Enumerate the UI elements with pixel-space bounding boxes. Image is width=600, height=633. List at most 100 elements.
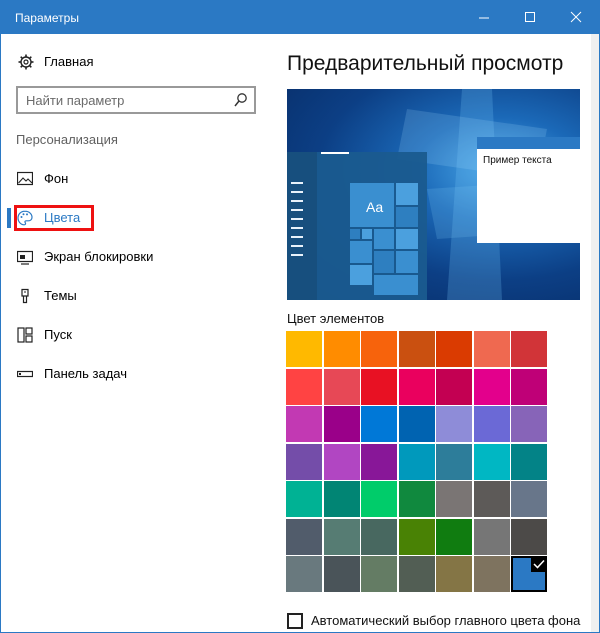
preview-window: Пример текста (477, 137, 580, 243)
color-swatch[interactable] (361, 519, 397, 555)
color-swatch[interactable] (399, 406, 435, 442)
sidebar-item-start[interactable]: Пуск (1, 320, 273, 350)
maximize-button[interactable] (507, 1, 553, 34)
sidebar-item-label: Панель задач (44, 366, 128, 381)
color-swatch[interactable] (511, 556, 547, 592)
color-swatch[interactable] (474, 519, 510, 555)
preview-window-titlebar (477, 137, 580, 149)
color-swatch[interactable] (286, 556, 322, 592)
color-swatch[interactable] (399, 481, 435, 517)
color-swatch[interactable] (399, 556, 435, 592)
search-box[interactable]: Найти параметр (16, 86, 256, 114)
color-swatch[interactable] (474, 369, 510, 405)
color-swatch[interactable] (361, 406, 397, 442)
color-swatch[interactable] (324, 369, 360, 405)
preview-tile (362, 229, 372, 239)
sidebar-item-background[interactable]: Фон (1, 164, 273, 194)
sidebar-item-label: Фон (44, 171, 69, 186)
color-swatch[interactable] (324, 444, 360, 480)
search-icon[interactable] (234, 92, 248, 108)
color-swatch[interactable] (286, 331, 322, 367)
preview-tile (374, 251, 394, 273)
color-swatch[interactable] (474, 331, 510, 367)
color-swatch[interactable] (361, 444, 397, 480)
main-content: Предварительный просмотр Aa Пример текст… (273, 34, 599, 632)
color-preview: Aa Пример текста (287, 89, 580, 300)
preview-tile (350, 265, 372, 285)
color-swatch[interactable] (399, 519, 435, 555)
home-nav-item[interactable]: Главная (16, 52, 256, 72)
preview-tile (396, 207, 418, 227)
settings-window: Параметры Главная Найти параметр Персона… (0, 0, 600, 633)
preview-list-line (291, 182, 303, 184)
color-swatch[interactable] (361, 481, 397, 517)
taskbar-icon (17, 370, 33, 378)
preview-tile (396, 229, 418, 249)
sidebar-item-label: Пуск (44, 327, 72, 342)
color-swatch[interactable] (436, 331, 472, 367)
checkbox-box[interactable] (287, 613, 303, 629)
color-swatch[interactable] (436, 556, 472, 592)
color-swatch[interactable] (511, 331, 547, 367)
color-swatch[interactable] (361, 369, 397, 405)
search-placeholder[interactable]: Найти параметр (26, 93, 124, 108)
preview-app-list (287, 152, 317, 300)
auto-color-checkbox[interactable]: Автоматический выбор главного цвета фона (287, 612, 587, 633)
color-swatch[interactable] (474, 444, 510, 480)
preview-list-line (291, 254, 303, 256)
color-swatch-grid (286, 331, 550, 601)
color-swatch[interactable] (511, 519, 547, 555)
preview-header-line (321, 152, 349, 154)
preview-list-line (291, 236, 303, 238)
sidebar-item-themes[interactable]: Темы (1, 281, 273, 311)
color-swatch[interactable] (286, 369, 322, 405)
sidebar-item-colors[interactable]: Цвета (1, 203, 273, 233)
color-swatch[interactable] (286, 481, 322, 517)
preview-tile (374, 229, 394, 249)
color-swatch[interactable] (324, 331, 360, 367)
color-swatch[interactable] (286, 406, 322, 442)
gear-icon (18, 54, 34, 70)
sidebar-item-lock-screen[interactable]: Экран блокировки (1, 242, 273, 272)
preview-sample-text: Пример текста (483, 155, 552, 166)
color-swatch[interactable] (511, 406, 547, 442)
maximize-icon (525, 12, 535, 22)
color-swatch[interactable] (286, 444, 322, 480)
color-swatch[interactable] (399, 331, 435, 367)
close-icon (570, 11, 582, 23)
color-swatch[interactable] (361, 331, 397, 367)
color-swatch[interactable] (436, 369, 472, 405)
color-swatch[interactable] (474, 556, 510, 592)
color-swatch[interactable] (399, 369, 435, 405)
color-swatch[interactable] (474, 406, 510, 442)
minimize-button[interactable] (461, 1, 507, 34)
color-swatch[interactable] (436, 519, 472, 555)
preview-list-line (291, 191, 303, 193)
preview-tile (374, 275, 418, 295)
color-swatch[interactable] (511, 444, 547, 480)
color-swatch[interactable] (511, 481, 547, 517)
color-swatch[interactable] (286, 519, 322, 555)
color-swatch[interactable] (324, 406, 360, 442)
preview-list-line (291, 227, 303, 229)
preview-list-line (291, 209, 303, 211)
color-swatch[interactable] (474, 481, 510, 517)
color-swatch[interactable] (436, 444, 472, 480)
color-swatch[interactable] (324, 519, 360, 555)
auto-color-label: Автоматический выбор главного цвета фона (311, 613, 581, 628)
sidebar-item-taskbar[interactable]: Панель задач (1, 359, 273, 389)
color-swatch[interactable] (399, 444, 435, 480)
color-swatch[interactable] (324, 481, 360, 517)
title-bar[interactable]: Параметры (1, 1, 599, 34)
color-swatch[interactable] (511, 369, 547, 405)
preview-tile (396, 251, 418, 273)
close-button[interactable] (553, 1, 599, 34)
scrollbar[interactable] (591, 34, 599, 632)
section-heading: Персонализация (16, 132, 118, 147)
color-swatch[interactable] (436, 481, 472, 517)
sidebar-item-label: Темы (44, 288, 77, 303)
preview-list-line (291, 200, 303, 202)
color-swatch[interactable] (361, 556, 397, 592)
color-swatch[interactable] (436, 406, 472, 442)
color-swatch[interactable] (324, 556, 360, 592)
